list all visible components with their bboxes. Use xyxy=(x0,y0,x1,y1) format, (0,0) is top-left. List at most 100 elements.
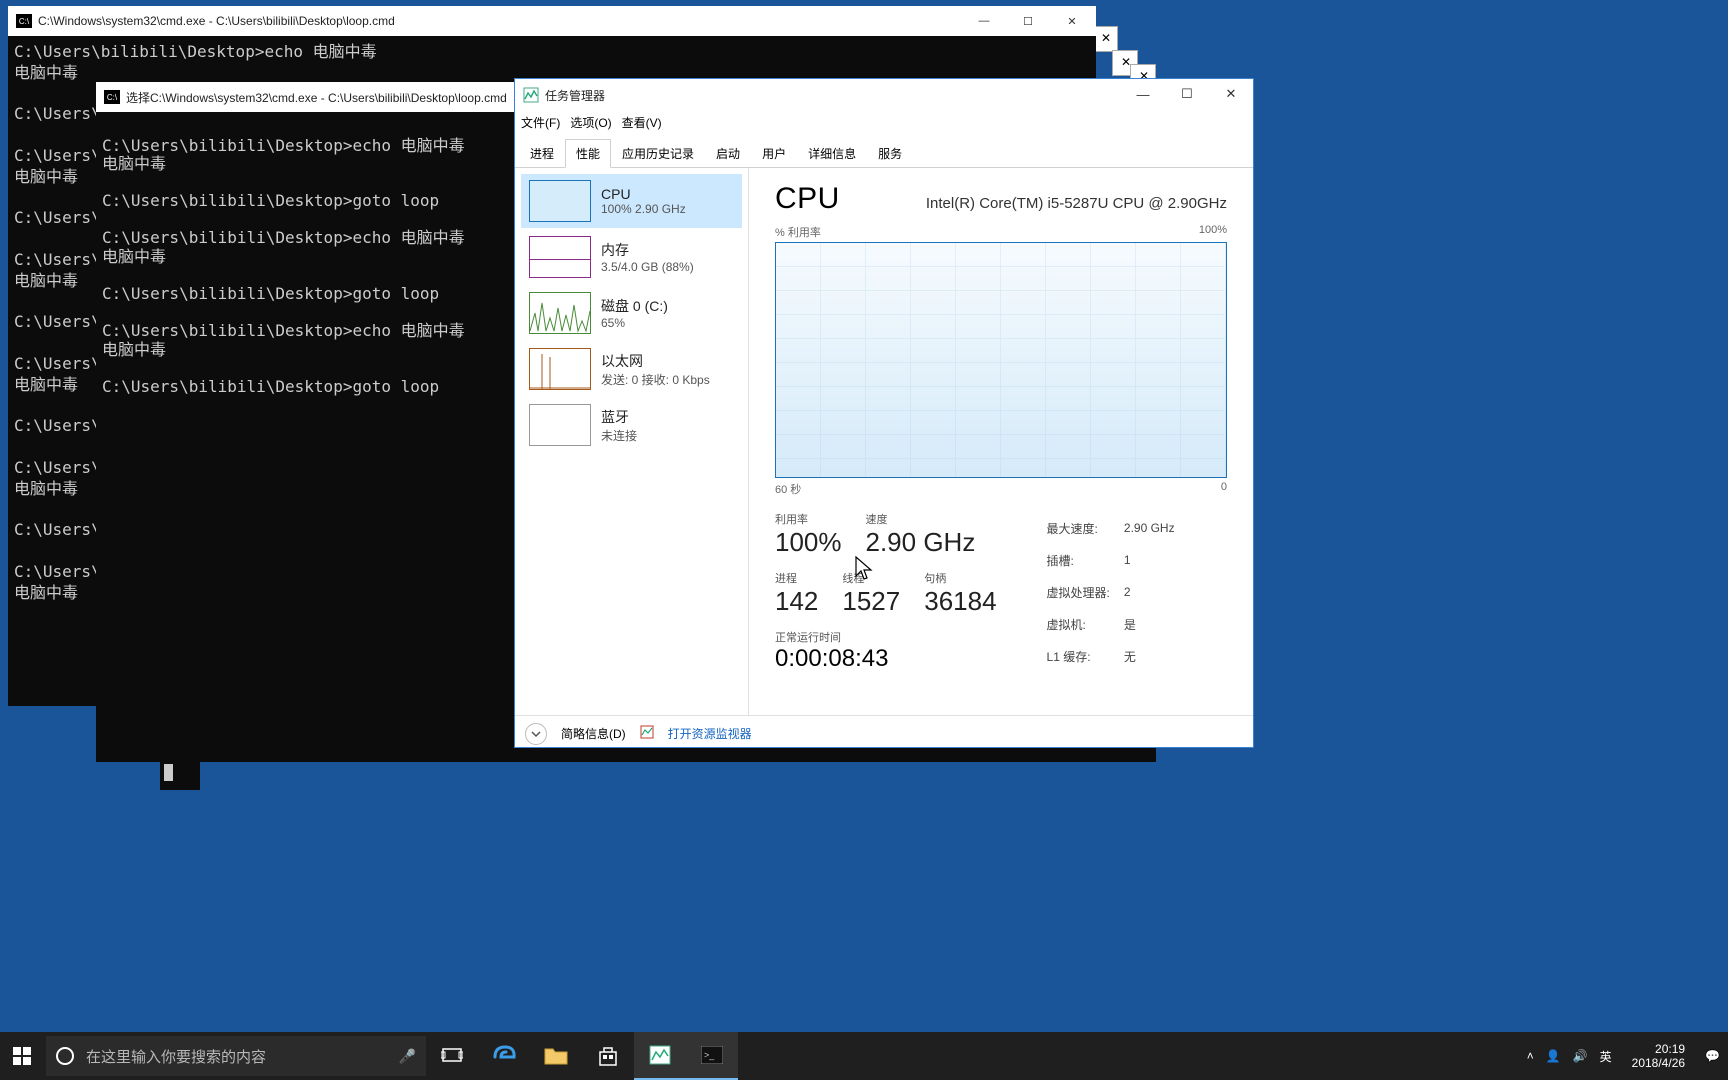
threads-label: 线程 xyxy=(842,570,900,586)
bluetooth-thumb-icon xyxy=(529,404,591,446)
clock[interactable]: 20:19 2018/4/26 xyxy=(1624,1042,1693,1071)
search-box[interactable]: 在这里输入你要搜索的内容 🎤 xyxy=(46,1036,426,1076)
collapse-label[interactable]: 简略信息(D) xyxy=(561,725,626,742)
cmd-icon: C:\ xyxy=(104,90,120,104)
windows-icon xyxy=(13,1047,31,1065)
taskview-button[interactable] xyxy=(426,1032,478,1080)
taskbar-edge[interactable] xyxy=(478,1032,530,1080)
cpu-label: CPU xyxy=(601,186,686,202)
menu-view[interactable]: 查看(V) xyxy=(622,114,662,131)
memory-sub: 3.5/4.0 GB (88%) xyxy=(601,260,694,274)
chart-bottom-right-label: 0 xyxy=(1221,481,1227,497)
disk-thumb-icon xyxy=(529,292,591,334)
minimize-button[interactable]: — xyxy=(1121,79,1165,109)
ethernet-thumb-icon xyxy=(529,348,591,390)
util-value: 100% xyxy=(775,527,842,558)
taskbar-taskmgr[interactable] xyxy=(634,1032,686,1080)
disk-label: 磁盘 0 (C:) xyxy=(601,296,668,316)
tab-details[interactable]: 详细信息 xyxy=(797,139,867,168)
taskbar-cmd[interactable]: >_ xyxy=(686,1032,738,1080)
uptime-value: 0:00:08:43 xyxy=(775,645,997,673)
handles-label: 句柄 xyxy=(924,570,996,586)
tab-performance[interactable]: 性能 xyxy=(565,139,611,168)
taskmgr-titlebar[interactable]: 任务管理器 — ☐ ✕ xyxy=(515,79,1253,111)
sidebar-item-cpu[interactable]: CPU 100% 2.90 GHz xyxy=(521,174,742,228)
resmon-icon xyxy=(640,725,654,742)
chart-top-right-label: 100% xyxy=(1199,224,1227,240)
search-placeholder: 在这里输入你要搜索的内容 xyxy=(86,1046,387,1067)
cmd1-titlebar[interactable]: C:\ C:\Windows\system32\cmd.exe - C:\Use… xyxy=(8,6,1096,36)
task-manager-window[interactable]: 任务管理器 — ☐ ✕ 文件(F) 选项(O) 查看(V) 进程 性能 应用历史… xyxy=(514,78,1254,748)
collapse-button[interactable] xyxy=(525,723,547,745)
cpu-info-table: 最大速度:2.90 GHz 插槽:1 虚拟处理器:2 虚拟机:是 L1 缓存:无 xyxy=(1045,511,1189,673)
mic-icon[interactable]: 🎤 xyxy=(399,1048,416,1065)
tab-users[interactable]: 用户 xyxy=(751,139,797,168)
cpu-usage-chart[interactable] xyxy=(775,242,1227,478)
tray-people-icon[interactable]: 👤 xyxy=(1546,1049,1561,1063)
memory-label: 内存 xyxy=(601,240,694,260)
processes-value: 142 xyxy=(775,586,818,617)
sidebar-item-bluetooth[interactable]: 蓝牙 未连接 xyxy=(521,398,742,452)
util-label: 利用率 xyxy=(775,511,842,527)
taskview-icon xyxy=(441,1047,463,1065)
sidebar-item-disk[interactable]: 磁盘 0 (C:) 65% xyxy=(521,286,742,340)
menu-bar: 文件(F) 选项(O) 查看(V) xyxy=(515,111,1253,135)
cpu-sub: 100% 2.90 GHz xyxy=(601,202,686,216)
tab-bar: 进程 性能 应用历史记录 启动 用户 详细信息 服务 xyxy=(515,135,1253,168)
tab-startup[interactable]: 启动 xyxy=(705,139,751,168)
clock-time: 20:19 xyxy=(1632,1042,1685,1056)
cmd-icon: C:\ xyxy=(16,14,32,28)
memory-thumb-icon xyxy=(529,236,591,278)
tray-volume-icon[interactable]: 🔊 xyxy=(1573,1049,1588,1063)
detail-heading: CPU xyxy=(775,182,840,216)
system-tray[interactable]: ˄ 👤 🔊 英 20:19 2018/4/26 💬 xyxy=(1527,1032,1728,1080)
sidebar-item-memory[interactable]: 内存 3.5/4.0 GB (88%) xyxy=(521,230,742,284)
menu-options[interactable]: 选项(O) xyxy=(570,114,611,131)
taskmgr-footer: 简略信息(D) 打开资源监视器 xyxy=(515,715,1253,751)
speed-value: 2.90 GHz xyxy=(866,527,976,558)
performance-sidebar: CPU 100% 2.90 GHz 内存 3.5/4.0 GB (88%) 磁盘… xyxy=(515,168,749,715)
taskmgr-icon xyxy=(523,87,539,103)
tab-history[interactable]: 应用历史记录 xyxy=(611,139,705,168)
cpu-thumb-icon xyxy=(529,180,591,222)
disk-sub: 65% xyxy=(601,316,668,330)
cpu-detail-pane: CPU Intel(R) Core(TM) i5-5287U CPU @ 2.9… xyxy=(749,168,1253,715)
chevron-down-icon xyxy=(531,729,541,739)
bg-cmd-cursor xyxy=(160,760,200,790)
menu-file[interactable]: 文件(F) xyxy=(521,114,560,131)
cmd-icon: >_ xyxy=(701,1046,723,1064)
speed-label: 速度 xyxy=(866,511,976,527)
open-resmon-link[interactable]: 打开资源监视器 xyxy=(668,725,752,742)
bluetooth-sub: 未连接 xyxy=(601,427,637,444)
start-button[interactable] xyxy=(0,1032,44,1080)
tab-processes[interactable]: 进程 xyxy=(519,139,565,168)
bluetooth-label: 蓝牙 xyxy=(601,407,637,427)
svg-text:>_: >_ xyxy=(704,1050,715,1060)
folder-icon xyxy=(544,1046,568,1066)
cpu-model: Intel(R) Core(TM) i5-5287U CPU @ 2.90GHz xyxy=(926,195,1227,212)
close-button[interactable]: ✕ xyxy=(1209,79,1253,109)
processes-label: 进程 xyxy=(775,570,818,586)
notifications-icon[interactable]: 💬 xyxy=(1705,1049,1720,1063)
handles-value: 36184 xyxy=(924,586,996,617)
store-icon xyxy=(597,1045,619,1067)
taskbar-store[interactable] xyxy=(582,1032,634,1080)
clock-date: 2018/4/26 xyxy=(1632,1056,1685,1070)
close-button[interactable]: ✕ xyxy=(1050,8,1094,34)
taskbar[interactable]: 在这里输入你要搜索的内容 🎤 >_ ˄ 👤 🔊 英 20:19 2018/4/2… xyxy=(0,1032,1728,1080)
tray-chevron-icon[interactable]: ˄ xyxy=(1527,1049,1534,1063)
ime-indicator[interactable]: 英 xyxy=(1600,1048,1612,1065)
threads-value: 1527 xyxy=(842,586,900,617)
tab-services[interactable]: 服务 xyxy=(867,139,913,168)
taskbar-explorer[interactable] xyxy=(530,1032,582,1080)
minimize-button[interactable]: — xyxy=(962,8,1006,34)
ethernet-sub: 发送: 0 接收: 0 Kbps xyxy=(601,371,710,388)
uptime-label: 正常运行时间 xyxy=(775,629,997,645)
taskmgr-title: 任务管理器 xyxy=(545,87,605,104)
cmd1-title: C:\Windows\system32\cmd.exe - C:\Users\b… xyxy=(38,14,395,28)
maximize-button[interactable]: ☐ xyxy=(1165,79,1209,109)
ethernet-label: 以太网 xyxy=(601,351,710,371)
sidebar-item-ethernet[interactable]: 以太网 发送: 0 接收: 0 Kbps xyxy=(521,342,742,396)
cortana-icon xyxy=(56,1047,74,1065)
maximize-button[interactable]: ☐ xyxy=(1006,8,1050,34)
